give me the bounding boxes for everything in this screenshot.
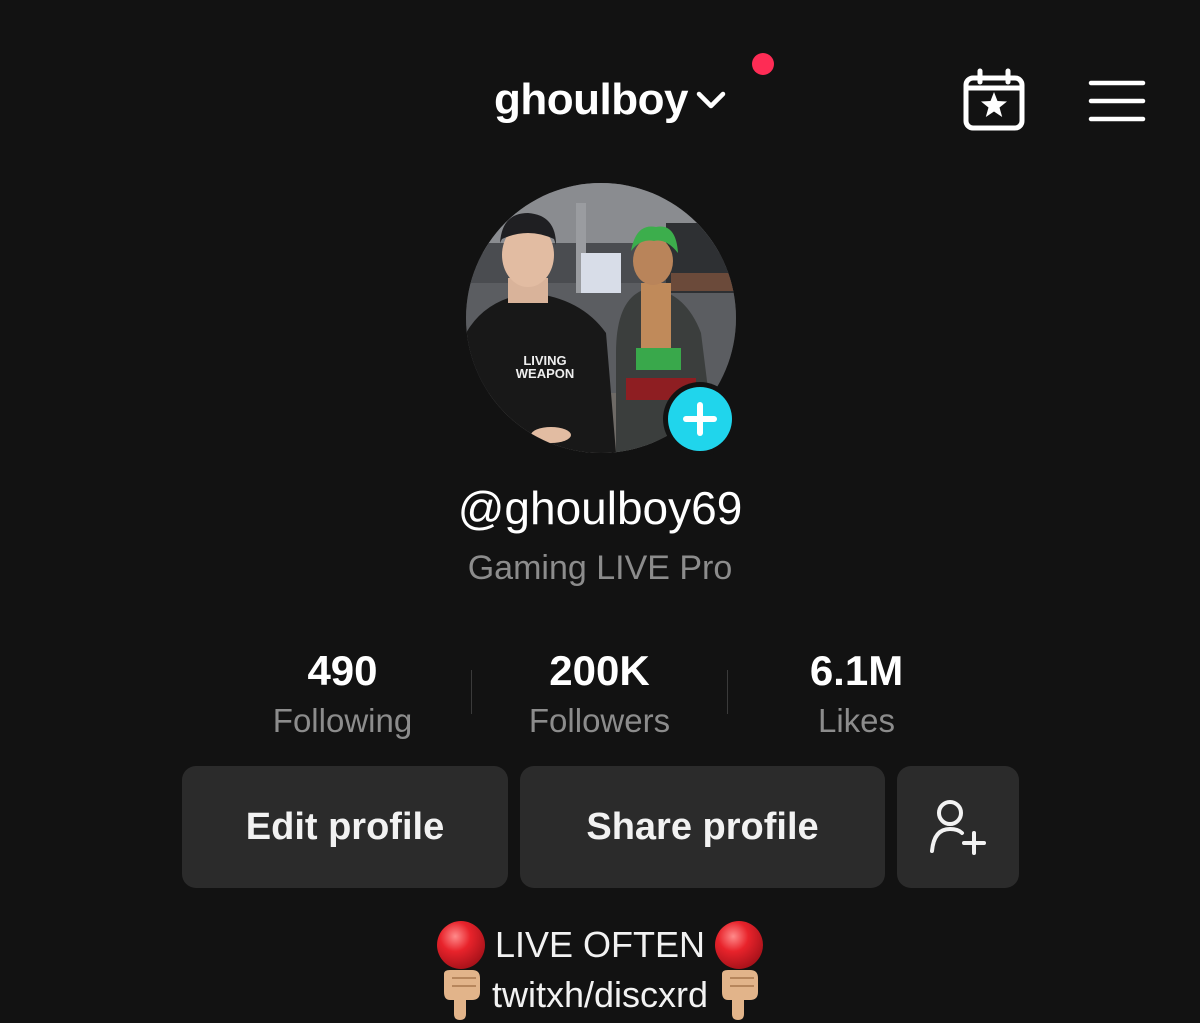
bio-line-1: LIVE OFTEN	[0, 920, 1200, 970]
stat-label: Following	[272, 702, 413, 739]
add-avatar-badge	[668, 387, 732, 451]
profile-bio: LIVE OFTEN twitxh/discxrd	[0, 920, 1200, 1020]
profile-stats: 490 Following 200K Followers 6.1M Likes	[214, 644, 986, 748]
account-switcher[interactable]: ghoulboy	[494, 72, 728, 128]
red-circle-emoji-icon	[436, 921, 485, 969]
bio-line-2: twitxh/discxrd	[0, 970, 1200, 1020]
bio-text-line-2: twitxh/discxrd	[491, 974, 709, 1015]
profile-subtitle[interactable]: Gaming LIVE Pro	[0, 546, 1200, 590]
pointing-down-hand-icon	[722, 970, 759, 1020]
top-bar: ghoulboy	[0, 0, 1200, 170]
stat-value: 6.1M	[809, 647, 904, 694]
add-avatar-button[interactable]	[663, 382, 737, 456]
stat-label: Followers	[528, 702, 671, 739]
red-circle-emoji-icon	[715, 921, 764, 969]
account-name: ghoulboy	[494, 75, 688, 124]
menu-button[interactable]	[1088, 78, 1146, 124]
edit-profile-button[interactable]: Edit profile	[182, 766, 508, 888]
svg-text:WEAPON: WEAPON	[516, 366, 575, 381]
stat-value: 490	[307, 647, 378, 694]
calendar-button[interactable]	[962, 68, 1026, 132]
share-profile-button[interactable]: Share profile	[520, 766, 885, 888]
stat-value: 200K	[549, 647, 650, 694]
chevron-down-icon	[696, 91, 726, 109]
avatar-container: LIVING WEAPON	[466, 183, 737, 456]
stat-followers[interactable]: 200K Followers	[471, 644, 728, 748]
add-user-icon	[930, 800, 986, 855]
add-friend-button[interactable]	[897, 766, 1019, 888]
stat-label: Likes	[817, 702, 896, 739]
bio-text-line-1: LIVE OFTEN	[494, 924, 706, 965]
pointing-down-hand-icon	[443, 970, 480, 1020]
profile-username: @ghoulboy69	[457, 482, 743, 534]
menu-icon	[1088, 80, 1146, 122]
notification-dot	[752, 53, 774, 75]
plus-icon	[683, 402, 717, 436]
stat-likes[interactable]: 6.1M Likes	[728, 644, 985, 748]
stat-divider	[471, 670, 472, 714]
stat-following[interactable]: 490 Following	[214, 644, 471, 748]
calendar-star-icon	[963, 68, 1025, 131]
